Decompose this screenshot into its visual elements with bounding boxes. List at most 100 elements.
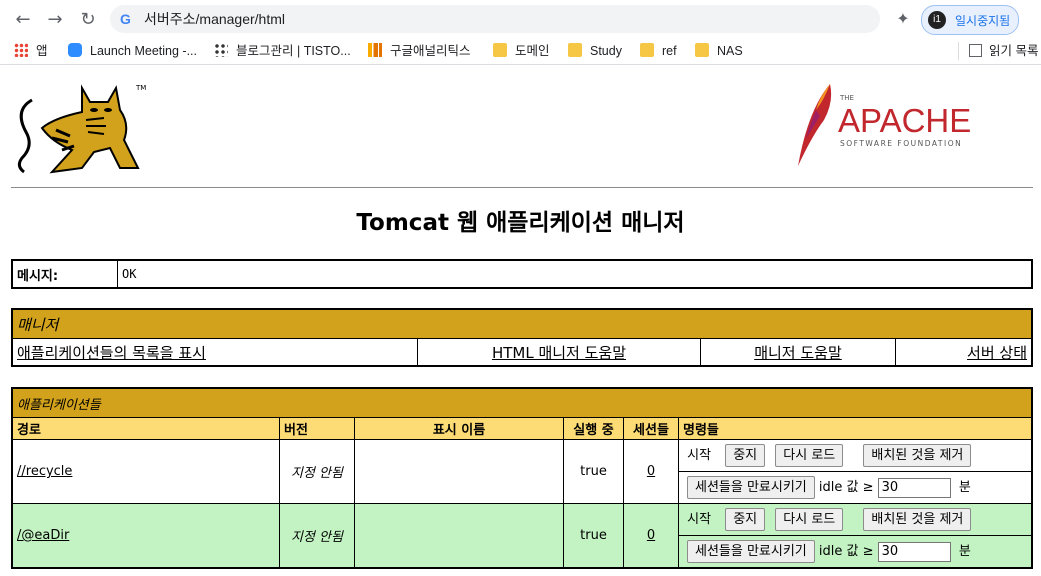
bookmark-divider — [958, 42, 959, 60]
idle-unit: 분 — [958, 480, 971, 495]
zoom-video-icon — [68, 43, 82, 57]
app-sessions-cell: 0 — [623, 503, 679, 569]
manager-section-heading: 매니저 — [11, 308, 1033, 339]
page-title: Tomcat 웹 애플리케이션 매니저 — [356, 210, 685, 236]
reading-list-button[interactable]: 읽기 목록 — [969, 42, 1038, 60]
bookmark-folder-ref[interactable]: ref — [640, 42, 677, 60]
app-expire-cell: 세션들을 만료시키기 idle 값 ≥ 30 분 — [678, 471, 1033, 504]
bookmarks-bar: 앱 Launch Meeting -... 블로그관리 | TISTO... 구… — [0, 38, 1041, 65]
browser-toolbar: ← → ↻ G 서버주소/manager/html ✦ i1 일시중지됨 — [0, 0, 1041, 38]
app-expire-cell: 세션들을 만료시키기 idle 값 ≥ 30 분 — [678, 535, 1033, 569]
app-display-name — [354, 439, 564, 504]
address-bar[interactable]: G 서버주소/manager/html — [110, 5, 880, 33]
app-commands-cell: 시작 중지 다시 로드 배치된 것을 제거 — [678, 439, 1033, 472]
apache-wordmark: APACHE — [838, 102, 971, 139]
app-sessions-link[interactable]: 0 — [647, 528, 655, 543]
app-path-cell: /@eaDir — [11, 503, 280, 569]
column-header-display-name: 표시 이름 — [354, 417, 564, 440]
manager-help-link[interactable]: 매니저 도움말 — [754, 344, 842, 362]
back-arrow-icon[interactable]: ← — [12, 8, 34, 30]
idle-label: idle 값 ≥ — [818, 544, 874, 559]
column-header-running: 실행 중 — [563, 417, 624, 440]
bookmark-label: ref — [662, 44, 677, 58]
server-status-cell: 서버 상태 — [895, 338, 1033, 367]
bookmark-label: 도메인 — [515, 44, 550, 58]
url-text[interactable]: 서버주소/manager/html — [144, 9, 285, 29]
bookmark-launch-meeting[interactable]: Launch Meeting -... — [68, 42, 197, 60]
bookmark-folder-study[interactable]: Study — [568, 42, 622, 60]
stop-button[interactable]: 중지 — [725, 444, 766, 467]
applications-table: 애플리케이션들 경로 버전 표시 이름 실행 중 세션들 명령들 //recyc… — [11, 387, 1033, 569]
expire-sessions-button[interactable]: 세션들을 만료시키기 — [687, 476, 815, 499]
tomcat-cat-logo: TM — [17, 84, 146, 174]
app-display-name — [354, 503, 564, 569]
reload-button[interactable]: 다시 로드 — [775, 508, 844, 531]
column-header-sessions: 세션들 — [623, 417, 679, 440]
bookmark-google-analytics[interactable]: 구글애널리틱스 — [368, 42, 471, 60]
message-value: OK — [117, 259, 1033, 289]
table-row: /@eaDir 지정 안됨 true 0 시작 중지 다시 로드 배치된 것을 … — [11, 503, 1033, 569]
app-path-link[interactable]: /@eaDir — [17, 528, 69, 543]
bookmark-folder-domain[interactable]: 도메인 — [493, 42, 550, 60]
list-applications-link[interactable]: 애플리케이션들의 목록을 표시 — [17, 344, 206, 362]
app-running: true — [563, 503, 624, 569]
app-path-cell: //recycle — [11, 439, 280, 504]
idle-unit: 분 — [958, 544, 971, 559]
folder-icon — [640, 43, 654, 57]
apps-grid-icon — [14, 43, 28, 57]
bookmark-label: Study — [590, 44, 622, 58]
app-running: true — [563, 439, 624, 504]
app-commands-cell: 시작 중지 다시 로드 배치된 것을 제거 — [678, 503, 1033, 536]
app-sessions-link[interactable]: 0 — [647, 464, 655, 479]
manager-table: 매니저 애플리케이션들의 목록을 표시 HTML 매니저 도움말 매니저 도움말… — [11, 308, 1033, 367]
apache-the-text: THE — [839, 94, 854, 102]
forward-arrow-icon[interactable]: → — [44, 8, 66, 30]
stop-button[interactable]: 중지 — [725, 508, 766, 531]
html-help-cell: HTML 매니저 도움말 — [417, 338, 701, 367]
message-label: 메시지: — [11, 259, 118, 289]
idle-input[interactable]: 30 — [877, 541, 951, 562]
reading-list-icon — [969, 44, 982, 57]
bookmark-label: NAS — [717, 44, 743, 58]
idle-label: idle 값 ≥ — [818, 480, 874, 495]
folder-icon — [493, 43, 507, 57]
html-manager-help-link[interactable]: HTML 매니저 도움말 — [492, 344, 626, 362]
reload-icon[interactable]: ↻ — [77, 8, 99, 30]
manager-help-cell: 매니저 도움말 — [700, 338, 896, 367]
tomcat-manager-page: TM THE APACHE SOFTWARE FOUNDATION Tomcat… — [0, 65, 1041, 576]
column-header-version: 버전 — [279, 417, 355, 440]
column-header-path: 경로 — [11, 417, 280, 440]
expire-sessions-button[interactable]: 세션들을 만료시키기 — [687, 540, 815, 563]
tistory-icon — [214, 43, 228, 57]
start-label: 시작 — [687, 512, 712, 527]
message-table: 메시지: OK — [11, 259, 1033, 289]
analytics-bar-icon — [368, 43, 382, 57]
bookmark-folder-nas[interactable]: NAS — [695, 42, 743, 60]
extensions-puzzle-icon[interactable]: ✦ — [893, 9, 913, 29]
app-version: 지정 안됨 — [279, 503, 355, 569]
profile-paused-button[interactable]: i1 일시중지됨 — [921, 5, 1019, 35]
start-label: 시작 — [687, 448, 712, 463]
profile-avatar: i1 — [928, 11, 946, 29]
bookmark-blog-admin[interactable]: 블로그관리 | TISTO... — [214, 42, 351, 60]
paused-label: 일시중지됨 — [955, 14, 1011, 28]
reload-button[interactable]: 다시 로드 — [775, 444, 844, 467]
table-row: //recycle 지정 안됨 true 0 시작 중지 다시 로드 배치된 것… — [11, 439, 1033, 504]
bookmark-label: Launch Meeting -... — [90, 44, 198, 58]
folder-icon — [695, 43, 709, 57]
column-header-commands: 명령들 — [678, 417, 1033, 440]
bookmark-apps[interactable]: 앱 — [14, 42, 48, 60]
idle-input[interactable]: 30 — [877, 477, 951, 498]
bookmark-label: 블로그관리 | TISTO... — [236, 44, 351, 58]
app-sessions-cell: 0 — [623, 439, 679, 504]
undeploy-button[interactable]: 배치된 것을 제거 — [863, 508, 972, 531]
header-divider — [11, 187, 1033, 188]
bookmark-label: 구글애널리틱스 — [390, 44, 471, 58]
bookmark-label: 앱 — [36, 44, 48, 58]
undeploy-button[interactable]: 배치된 것을 제거 — [863, 444, 972, 467]
app-path-link[interactable]: //recycle — [17, 464, 72, 479]
applications-section-heading: 애플리케이션들 — [11, 387, 1033, 418]
server-status-link[interactable]: 서버 상태 — [967, 344, 1027, 362]
applications-header-row: 경로 버전 표시 이름 실행 중 세션들 명령들 — [11, 417, 1033, 440]
app-version: 지정 안됨 — [279, 439, 355, 504]
